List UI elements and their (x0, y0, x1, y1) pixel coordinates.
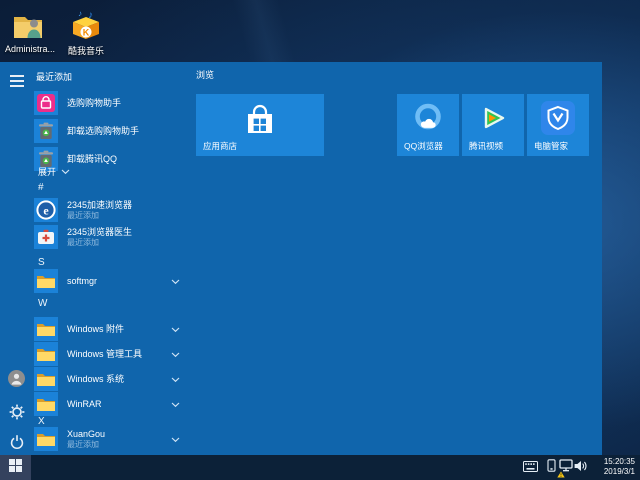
desktop-icon-kuwo-music[interactable]: ♪ ♪ K 酷我音乐 (58, 6, 114, 57)
start-menu: 最近添加 选购购物助手 卸载选购购物助手 卸载腾讯QQ 展开 # e 2345加… (0, 62, 602, 455)
gear-icon (9, 404, 25, 425)
user-account-button[interactable] (8, 369, 25, 392)
chevron-down-icon (171, 345, 184, 363)
volume-button[interactable] (573, 455, 589, 480)
usb-device-button[interactable] (545, 455, 557, 480)
qq-browser-icon (397, 100, 459, 136)
folder-icon (34, 427, 58, 451)
desktop: Administra... ♪ ♪ K 酷我音乐 最近添加 选购购物助手 卸载选… (0, 0, 640, 480)
clock-date: 2019/3/1 (603, 467, 635, 476)
svg-text:K: K (83, 28, 90, 38)
app-item-label: 卸载选购购物助手 (67, 125, 140, 136)
section-letter-x[interactable]: X (38, 416, 45, 427)
tile-tencent-video[interactable]: 腾讯视频 (462, 94, 524, 156)
tile-group-label: 浏览 (196, 70, 215, 80)
tile-label: 腾讯视频 (469, 141, 504, 151)
taskbar-clock[interactable]: 15:20:35 2019/3/1 (604, 457, 635, 477)
touch-keyboard-button[interactable] (521, 455, 539, 480)
folder-icon (34, 269, 58, 293)
network-icon (557, 458, 573, 477)
settings-button[interactable] (8, 404, 25, 425)
app-item-subtitle: 最近添加 (67, 237, 99, 247)
folder-item-winrar[interactable]: WinRAR (34, 392, 184, 416)
app-item-label: 2345加速浏览器 (67, 199, 133, 210)
section-letter-s[interactable]: S (38, 257, 45, 268)
folder-item-label: softmgr (67, 275, 98, 286)
tile-label: 电脑管家 (534, 141, 569, 151)
app-list: 最近添加 选购购物助手 卸载选购购物助手 卸载腾讯QQ 展开 # e 2345加… (32, 62, 192, 455)
folder-icon (34, 367, 58, 391)
chevron-down-icon (171, 272, 184, 290)
chevron-down-icon (171, 430, 184, 448)
tile-label: 应用商店 (203, 141, 238, 151)
chevron-down-icon (61, 167, 70, 177)
folder-item-label: XuanGou (67, 428, 106, 439)
app-item-subtitle: 最近添加 (67, 210, 99, 220)
folder-item-windows-accessories[interactable]: Windows 附件 (34, 317, 184, 341)
folder-icon (34, 392, 58, 416)
browser-e-icon: e (34, 198, 58, 222)
shield-icon (527, 100, 589, 136)
section-letter-w[interactable]: W (38, 298, 47, 309)
warning-triangle-icon (557, 471, 565, 477)
app-item-text: 2345加速浏览器 最近添加 (67, 200, 132, 221)
chevron-down-icon (171, 370, 184, 388)
chevron-down-icon (171, 320, 184, 338)
keyboard-icon (522, 459, 538, 477)
tile-qq-browser[interactable]: QQ浏览器 (397, 94, 459, 156)
desktop-icon-label: Administra... (4, 44, 55, 54)
trash-uninstall-icon (34, 119, 58, 143)
tile-app-store[interactable]: 应用商店 (196, 94, 324, 156)
taskbar: 15:20:35 2019/3/1 (0, 455, 640, 480)
folder-icon (34, 317, 58, 341)
svg-text:e: e (43, 203, 49, 217)
user-folder-icon (2, 6, 58, 42)
tile-pc-manager[interactable]: 电脑管家 (527, 94, 589, 156)
desktop-icon-administrator[interactable]: Administra... (2, 6, 58, 54)
power-button[interactable] (8, 434, 25, 455)
tile-label: QQ浏览器 (404, 141, 443, 151)
folder-item-xuangou[interactable]: XuanGou 最近添加 (34, 427, 184, 451)
usb-device-icon (546, 458, 556, 477)
user-avatar-icon (8, 369, 25, 392)
app-item-uninstall-shopping[interactable]: 卸载选购购物助手 (34, 119, 184, 143)
windows-logo-icon (9, 458, 22, 477)
expand-button[interactable]: 展开 (38, 165, 70, 178)
folder-item-windows-system[interactable]: Windows 系统 (34, 367, 184, 391)
store-bag-icon (196, 102, 324, 142)
kuwo-music-icon: ♪ ♪ K (58, 6, 114, 42)
speaker-icon (574, 459, 588, 477)
folder-item-windows-admin-tools[interactable]: Windows 管理工具 (34, 342, 184, 366)
tencent-video-icon (462, 101, 524, 135)
expand-label: 展开 (38, 167, 57, 177)
power-icon (9, 434, 25, 455)
folder-icon (34, 342, 58, 366)
app-item-text: XuanGou 最近添加 (67, 429, 105, 450)
chevron-down-icon (171, 395, 184, 413)
folder-item-softmgr[interactable]: softmgr (34, 269, 184, 293)
app-item-subtitle: 最近添加 (67, 439, 99, 449)
clock-time: 15:20:35 (603, 457, 635, 466)
folder-item-label: WinRAR (67, 398, 102, 409)
first-aid-kit-icon (34, 225, 58, 249)
shopping-bag-icon (34, 91, 58, 115)
recent-added-header: 最近添加 (36, 72, 73, 82)
app-item-label: 2345浏览器医生 (67, 226, 133, 237)
start-button[interactable] (0, 455, 31, 480)
folder-item-label: Windows 系统 (67, 373, 125, 384)
svg-text:♪: ♪ (78, 9, 82, 18)
app-item-text: 2345浏览器医生 最近添加 (67, 227, 132, 248)
hamburger-icon (9, 74, 24, 92)
section-letter-hash[interactable]: # (38, 182, 44, 193)
app-item-label: 选购购物助手 (67, 97, 122, 108)
app-item-2345-browser[interactable]: e 2345加速浏览器 最近添加 (34, 198, 184, 222)
desktop-icon-label: 酷我音乐 (67, 46, 104, 56)
folder-item-label: Windows 管理工具 (67, 348, 143, 359)
network-status-button[interactable] (557, 455, 574, 480)
app-item-2345-browser-doctor[interactable]: 2345浏览器医生 最近添加 (34, 225, 184, 249)
app-item-label: 卸载腾讯QQ (67, 153, 118, 164)
hamburger-menu-button[interactable] (8, 74, 25, 91)
app-item-shopping-assistant[interactable]: 选购购物助手 (34, 91, 184, 115)
folder-item-label: Windows 附件 (67, 323, 125, 334)
